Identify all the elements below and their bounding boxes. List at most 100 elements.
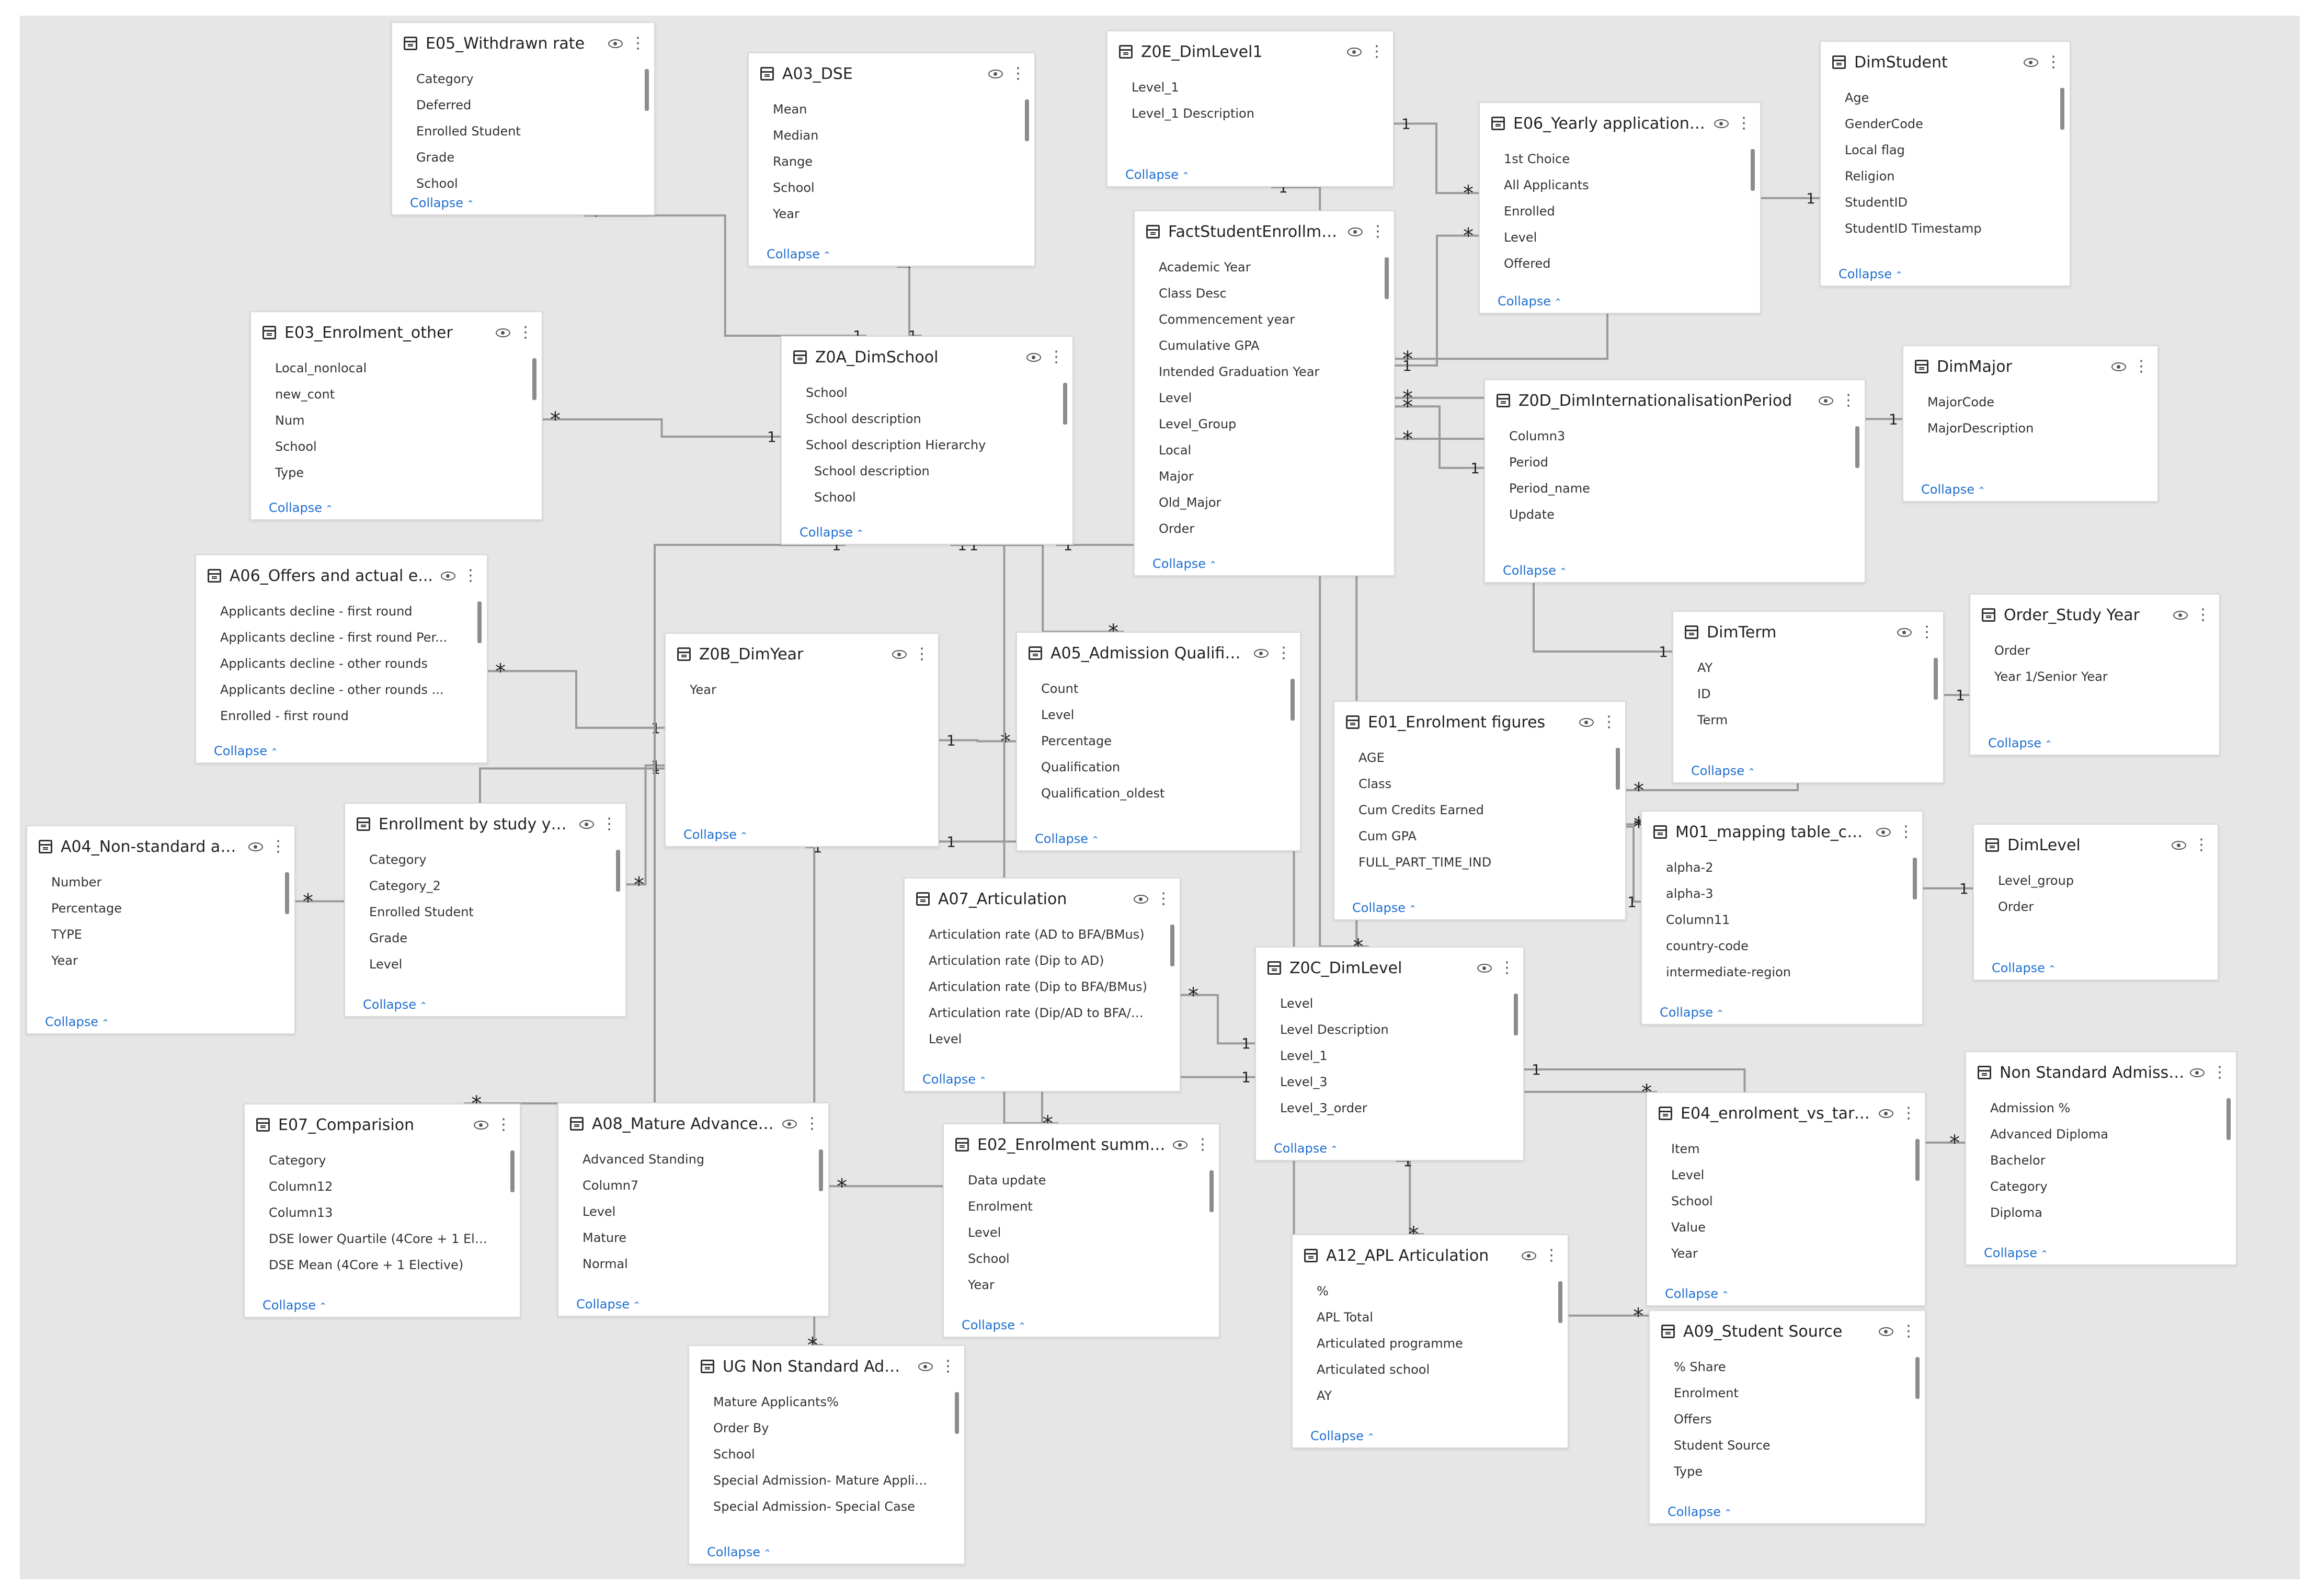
field-item[interactable]: ∑Num (275, 407, 527, 434)
field-item[interactable]: Order (1994, 637, 2205, 664)
table-card-fact[interactable]: FactStudentEnrollment ⋮ 📅Academic Year Clas… (1134, 210, 1395, 576)
field-item[interactable]: School (968, 1246, 1204, 1272)
eye-icon[interactable] (579, 819, 594, 829)
eye-icon[interactable] (892, 649, 907, 659)
field-item[interactable]: School (806, 484, 1058, 510)
collapse-button[interactable]: Collapse ⌃ (269, 500, 333, 515)
more-options-icon[interactable]: ⋮ (914, 646, 930, 662)
field-list[interactable]: Level Level Description Level_1 Level_3 Leve… (1256, 988, 1523, 1121)
field-item[interactable]: Level_1 (1132, 74, 1378, 100)
table-card-a06[interactable]: A06_Offers and actual e... ⋮ ∑Applicants d… (195, 554, 488, 763)
field-list[interactable]: AY ID Term (1673, 653, 1943, 733)
field-item[interactable]: ∑Column11 (1666, 907, 1908, 933)
field-item[interactable]: 📅Order (1159, 516, 1379, 542)
scrollbar[interactable] (285, 872, 289, 914)
field-item[interactable]: ∑Cum Credits Earned (1358, 797, 1611, 823)
collapse-button[interactable]: Collapse ⌃ (1984, 1246, 2048, 1260)
table-card-z0e[interactable]: Z0E_DimLevel1 ⋮ Level_1 Level_1 Description… (1106, 30, 1394, 187)
more-options-icon[interactable]: ⋮ (1901, 1105, 1916, 1121)
field-item[interactable]: School (1671, 1188, 1910, 1214)
field-list[interactable]: Year (666, 675, 938, 703)
field-item[interactable]: ∑Order By (713, 1415, 950, 1441)
table-header[interactable]: Z0C_DimLevel ⋮ (1256, 948, 1523, 988)
collapse-button[interactable]: Collapse ⌃ (363, 997, 427, 1012)
field-list[interactable]: ∑Admission %∑Advanced Diploma∑Bachelor Ca… (1966, 1093, 2236, 1226)
field-item[interactable]: AY (1697, 655, 1928, 681)
field-item[interactable]: ∑Period (1509, 449, 1850, 475)
more-options-icon[interactable]: ⋮ (2194, 837, 2209, 853)
field-item[interactable]: AY (1317, 1383, 1553, 1409)
eye-icon[interactable] (1897, 628, 1912, 637)
field-list[interactable]: ∑Mature Applicants%∑Order By School ∑Speci… (689, 1387, 964, 1520)
field-item[interactable]: MajorDescription (1927, 415, 2143, 441)
table-card-z0a[interactable]: Z0A_DimSchool ⋮ School School description ⋔S… (781, 336, 1074, 545)
field-item[interactable]: Class Desc (1159, 280, 1379, 306)
scrollbar[interactable] (532, 358, 536, 400)
eye-icon[interactable] (1173, 1140, 1187, 1149)
table-header[interactable]: A07_Articulation ⋮ (905, 879, 1180, 919)
more-options-icon[interactable]: ⋮ (1369, 44, 1385, 60)
scrollbar[interactable] (819, 1149, 823, 1191)
more-options-icon[interactable]: ⋮ (1544, 1248, 1559, 1263)
field-item[interactable]: School (275, 434, 527, 460)
eye-icon[interactable] (608, 39, 623, 48)
field-item[interactable]: Level (1280, 990, 1509, 1017)
scrollbar[interactable] (1915, 1139, 1920, 1181)
field-item[interactable]: Category (269, 1147, 505, 1173)
field-item[interactable]: ∑Admission % (1990, 1095, 2221, 1121)
collapse-button[interactable]: Collapse ⌃ (1503, 563, 1567, 578)
table-header[interactable]: E04_enrolment_vs_target ⋮ (1647, 1093, 1925, 1134)
field-item[interactable]: ∑Offers (1674, 1406, 1910, 1432)
more-options-icon[interactable]: ⋮ (1736, 116, 1752, 131)
field-item[interactable]: Range (773, 149, 1020, 175)
field-item[interactable]: TYPE (51, 921, 280, 948)
eye-icon[interactable] (2173, 610, 2188, 620)
field-item[interactable]: ∑Applicants decline - first round (220, 598, 472, 624)
table-card-z0c[interactable]: Z0C_DimLevel ⋮ Level Level Description Level… (1255, 947, 1524, 1161)
field-item[interactable]: Level_Group (1159, 411, 1379, 437)
field-item[interactable]: Year (690, 677, 923, 703)
scrollbar[interactable] (1915, 1357, 1920, 1399)
field-item[interactable]: ∑Enrolled Student (369, 899, 611, 925)
field-item[interactable]: Year 1/Senior Year (1994, 664, 2205, 690)
collapse-button[interactable]: Collapse ⌃ (410, 196, 474, 210)
table-header[interactable]: FactStudentEnrollment ⋮ (1135, 211, 1394, 252)
eye-icon[interactable] (1254, 648, 1269, 658)
more-options-icon[interactable]: ⋮ (601, 816, 617, 832)
field-item[interactable]: Level Description (1280, 1017, 1509, 1043)
field-item[interactable]: ∑Enrolment (1674, 1380, 1910, 1406)
field-item[interactable]: ∑Applicants decline - other rounds (220, 651, 472, 677)
table-header[interactable]: A04_Non-standard admi... ⋮ (27, 826, 294, 867)
field-item[interactable]: Qualification (1041, 754, 1285, 780)
field-item[interactable]: ∑Age (1845, 85, 2055, 111)
relationship-line[interactable] (626, 764, 665, 886)
field-item[interactable]: Category (369, 847, 611, 873)
field-item[interactable]: Cum GPA (1358, 823, 1611, 849)
eye-icon[interactable] (1026, 352, 1041, 362)
field-item[interactable]: Major (1159, 463, 1379, 489)
more-options-icon[interactable]: ⋮ (1601, 714, 1617, 730)
collapse-button[interactable]: Collapse ⌃ (262, 1298, 327, 1313)
collapse-button[interactable]: Collapse ⌃ (1125, 167, 1190, 182)
field-list[interactable]: Local_nonlocal new_cont ∑Num School Type (251, 353, 542, 486)
more-options-icon[interactable]: ⋮ (2212, 1065, 2228, 1080)
field-item[interactable]: 📅StudentID Timestamp (1845, 215, 2055, 242)
field-item[interactable]: Class (1358, 771, 1611, 797)
field-item[interactable]: Type (1674, 1458, 1910, 1485)
eye-icon[interactable] (1348, 227, 1363, 236)
scrollbar[interactable] (2060, 88, 2064, 130)
field-item[interactable]: Column3 (1509, 423, 1850, 449)
table-card-a09[interactable]: A09_Student Source ⋮ ∑% Share∑Enrolment∑Of… (1649, 1310, 1926, 1524)
more-options-icon[interactable]: ⋮ (2133, 359, 2149, 374)
table-header[interactable]: E02_Enrolment summary... ⋮ (944, 1124, 1219, 1165)
collapse-button[interactable]: Collapse ⌃ (1665, 1286, 1729, 1301)
field-item[interactable]: ∑Mature Applicants% (713, 1389, 950, 1415)
field-list[interactable]: ∑Advanced Standing Column7 Level ∑Mature∑No… (558, 1144, 828, 1277)
collapse-button[interactable]: Collapse ⌃ (1992, 961, 2056, 975)
table-card-nsa[interactable]: Non Standard Admission ⋮ ∑Admission %∑Adva… (1965, 1051, 2237, 1266)
field-item[interactable]: ∑Advanced Standing (583, 1146, 814, 1172)
field-item[interactable]: 📅Local (1159, 437, 1379, 463)
field-item[interactable]: ∑Normal (583, 1251, 814, 1277)
field-item[interactable]: Term (1697, 707, 1928, 733)
field-item[interactable]: Level (929, 1026, 1165, 1052)
